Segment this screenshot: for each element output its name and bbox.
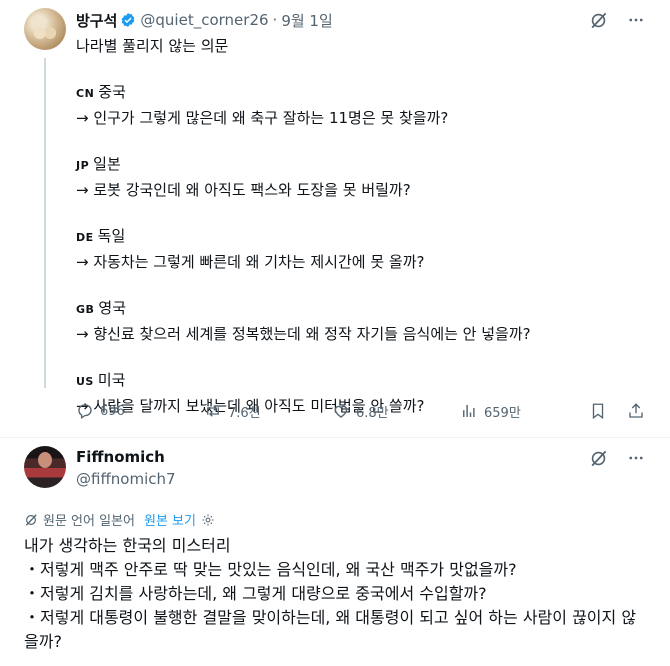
settings-gear-icon[interactable]: [201, 513, 215, 527]
views-button[interactable]: 659만: [460, 402, 588, 421]
more-icon[interactable]: [626, 10, 646, 30]
more-icon[interactable]: [626, 448, 646, 468]
question-line: → 인구가 그렇게 많은데 왜 축구 잘하는 11명은 못 찾을까?: [76, 109, 449, 127]
action-bar-right: [588, 401, 646, 421]
reply-button[interactable]: 696: [76, 402, 204, 420]
post-line: ・저렇게 대통령이 불행한 결말을 맞이하는데, 왜 대통령이 되고 싶어 하는…: [24, 608, 637, 651]
post-line: ・저렇게 맥주 안주로 딱 맞는 맛있는 음식인데, 왜 국산 맥주가 맛없을까…: [24, 560, 517, 579]
question-line: → 자동차는 그렇게 빠른데 왜 기차는 제시간에 못 올까?: [76, 253, 425, 271]
country-name: 독일: [97, 227, 126, 245]
post-top-icons: [588, 448, 646, 468]
grok-icon[interactable]: [588, 10, 608, 30]
like-button[interactable]: 6.8만: [332, 402, 460, 421]
bookmark-icon[interactable]: [588, 401, 608, 421]
post-top-icons: [588, 10, 646, 30]
post-line: ・저렇게 김치를 사랑하는데, 왜 그렇게 대량으로 중국에서 수입할까?: [24, 584, 487, 603]
post-header: 방구석 @quiet_corner26 · 9월 1일: [76, 9, 333, 31]
country-name: 중국: [98, 83, 126, 101]
country-code: DE: [76, 231, 94, 244]
question-line: → 향신료 찾으러 세계를 정복했는데 왜 정작 자기들 음식에는 안 넣을까?: [76, 325, 531, 343]
separator-dot: ·: [272, 11, 278, 29]
like-count: 6.8만: [356, 405, 389, 421]
post-date[interactable]: 9월 1일: [281, 10, 332, 31]
repost-button[interactable]: 7.6천: [204, 402, 332, 421]
country-section-gb: GB 영국 → 향신료 찾으러 세계를 정복했는데 왜 정작 자기들 음식에는 안…: [76, 296, 636, 346]
author-name[interactable]: 방구석: [76, 10, 117, 31]
action-bar: 696 7.6천 6.8만 659만: [76, 400, 646, 422]
show-original-link[interactable]: 원본 보기: [144, 510, 196, 529]
views-icon: [463, 405, 475, 417]
country-name: 일본: [93, 155, 121, 173]
country-section-de: DE 독일 → 자동차는 그렇게 빠른데 왜 기차는 제시간에 못 올까?: [76, 224, 636, 274]
post-line: 내가 생각하는 한국의 미스터리: [24, 536, 231, 555]
question-line: → 로봇 강국인데 왜 아직도 팩스와 도장을 못 버릴까?: [76, 181, 411, 199]
avatar[interactable]: [24, 446, 66, 488]
verified-badge-icon: [122, 13, 135, 27]
translation-note: 원문 언어 일본어 원본 보기: [24, 510, 215, 529]
translate-icon: [25, 513, 37, 526]
grok-icon[interactable]: [588, 448, 608, 468]
avatar[interactable]: [24, 8, 66, 50]
author-handle[interactable]: @quiet_corner26: [140, 11, 268, 29]
repost-count: 7.6천: [228, 405, 261, 421]
repost-icon: [207, 405, 219, 417]
country-code: US: [76, 375, 94, 388]
post-text: 내가 생각하는 한국의 미스터리 ・저렇게 맥주 안주로 딱 맞는 맛있는 음식…: [24, 534, 649, 654]
country-code: CN: [76, 87, 95, 100]
reply-icon: [78, 404, 92, 420]
country-code: GB: [76, 303, 95, 316]
post-1[interactable]: 방구석 @quiet_corner26 · 9월 1일 나라별 풀리지 않는 의…: [0, 0, 670, 438]
share-icon[interactable]: [626, 401, 646, 421]
author-name[interactable]: Fiffnomich: [76, 448, 165, 466]
country-section-cn: CN 중국 → 인구가 그렇게 많은데 왜 축구 잘하는 11명은 못 찾을까?: [76, 80, 636, 130]
country-name: 영국: [98, 299, 127, 317]
like-icon: [334, 405, 348, 418]
post-text: 나라별 풀리지 않는 의문 CN 중국 → 인구가 그렇게 많은데 왜 축구 잘하…: [76, 34, 636, 418]
post-2[interactable]: Fiffnomich @fiffnomich7 원문 언어 일본어 원본 보기 …: [0, 438, 670, 666]
country-name: 미국: [97, 371, 126, 389]
thread-line: [44, 58, 46, 388]
country-section-jp: JP 일본 → 로봇 강국인데 왜 아직도 팩스와 도장을 못 버릴까?: [76, 152, 636, 202]
views-count: 659만: [484, 405, 521, 421]
author-handle[interactable]: @fiffnomich7: [76, 470, 176, 488]
reply-count: 696: [100, 403, 125, 419]
post-title: 나라별 풀리지 않는 의문: [76, 37, 229, 55]
translation-source-text: 원문 언어 일본어: [43, 514, 135, 529]
country-code: JP: [76, 159, 90, 172]
